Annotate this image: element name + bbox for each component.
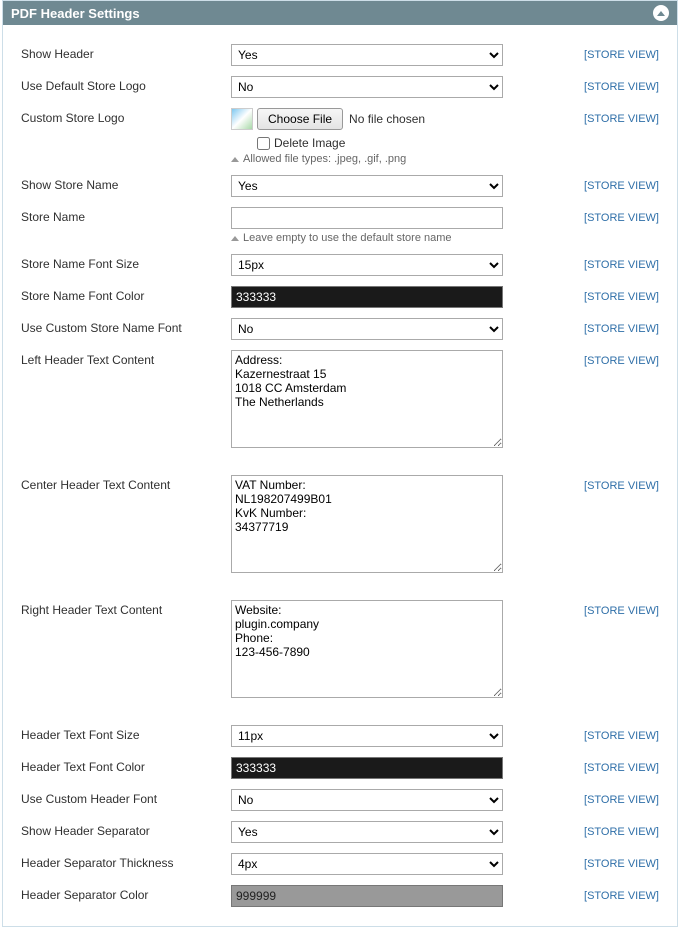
scope-link[interactable]: [STORE VIEW] <box>584 291 659 303</box>
scope-link[interactable]: [STORE VIEW] <box>584 826 659 838</box>
select-use-custom-header-font[interactable]: No <box>231 789 503 811</box>
file-status: No file chosen <box>349 112 425 126</box>
label-store-name-font-size: Store Name Font Size <box>21 254 231 271</box>
select-use-default-logo[interactable]: No <box>231 76 503 98</box>
select-show-store-name[interactable]: Yes <box>231 175 503 197</box>
scope-link[interactable]: [STORE VIEW] <box>584 730 659 742</box>
row-header-separator-thickness: Header Separator Thickness 4px [STORE VI… <box>21 848 659 880</box>
scope-link[interactable]: [STORE VIEW] <box>584 355 659 367</box>
row-show-header-separator: Show Header Separator Yes [STORE VIEW] <box>21 816 659 848</box>
label-show-header-separator: Show Header Separator <box>21 821 231 838</box>
label-custom-logo: Custom Store Logo <box>21 108 231 125</box>
input-store-name[interactable] <box>231 207 503 229</box>
row-header-text-font-color: Header Text Font Color 333333 [STORE VIE… <box>21 752 659 784</box>
textarea-left-header[interactable] <box>231 350 503 448</box>
label-store-name: Store Name <box>21 207 231 224</box>
textarea-center-header[interactable] <box>231 475 503 573</box>
color-header-text-font[interactable]: 333333 <box>231 757 503 779</box>
choose-file-button[interactable]: Choose File <box>257 108 343 130</box>
scope-link[interactable]: [STORE VIEW] <box>584 480 659 492</box>
label-header-separator-color: Header Separator Color <box>21 885 231 902</box>
color-store-name-font[interactable]: 333333 <box>231 286 503 308</box>
label-use-default-logo: Use Default Store Logo <box>21 76 231 93</box>
label-center-header: Center Header Text Content <box>21 475 231 492</box>
store-name-note: Leave empty to use the default store nam… <box>243 232 452 244</box>
panel-title: PDF Header Settings <box>11 6 140 21</box>
row-right-header: Right Header Text Content [STORE VIEW] <box>21 595 659 706</box>
row-store-name-font-color: Store Name Font Color 333333 [STORE VIEW… <box>21 281 659 313</box>
select-header-text-font-size[interactable]: 11px <box>231 725 503 747</box>
note-arrow-icon <box>231 236 239 241</box>
settings-panel: PDF Header Settings Show Header Yes [STO… <box>2 0 678 927</box>
note-arrow-icon <box>231 157 239 162</box>
select-show-header-separator[interactable]: Yes <box>231 821 503 843</box>
delete-image-checkbox[interactable] <box>257 137 270 150</box>
scope-link[interactable]: [STORE VIEW] <box>584 762 659 774</box>
panel-body: Show Header Yes [STORE VIEW] Use Default… <box>3 25 677 926</box>
label-show-header: Show Header <box>21 44 231 61</box>
scope-link[interactable]: [STORE VIEW] <box>584 113 659 125</box>
row-store-name: Store Name Leave empty to use the defaul… <box>21 202 659 249</box>
label-header-text-font-size: Header Text Font Size <box>21 725 231 742</box>
scope-link[interactable]: [STORE VIEW] <box>584 794 659 806</box>
label-use-custom-store-name-font: Use Custom Store Name Font <box>21 318 231 335</box>
scope-link[interactable]: [STORE VIEW] <box>584 81 659 93</box>
row-show-store-name: Show Store Name Yes [STORE VIEW] <box>21 170 659 202</box>
row-use-default-logo: Use Default Store Logo No [STORE VIEW] <box>21 71 659 103</box>
allowed-types-note: Allowed file types: .jpeg, .gif, .png <box>243 153 406 165</box>
collapse-icon[interactable] <box>653 5 669 21</box>
select-header-separator-thickness[interactable]: 4px <box>231 853 503 875</box>
scope-link[interactable]: [STORE VIEW] <box>584 605 659 617</box>
scope-link[interactable]: [STORE VIEW] <box>584 212 659 224</box>
row-store-name-font-size: Store Name Font Size 15px [STORE VIEW] <box>21 249 659 281</box>
label-header-separator-thickness: Header Separator Thickness <box>21 853 231 870</box>
scope-link[interactable]: [STORE VIEW] <box>584 180 659 192</box>
row-left-header: Left Header Text Content [STORE VIEW] <box>21 345 659 456</box>
select-show-header[interactable]: Yes <box>231 44 503 66</box>
label-store-name-font-color: Store Name Font Color <box>21 286 231 303</box>
scope-link[interactable]: [STORE VIEW] <box>584 49 659 61</box>
row-custom-logo: Custom Store Logo Choose File No file ch… <box>21 103 659 170</box>
select-use-custom-store-name-font[interactable]: No <box>231 318 503 340</box>
scope-link[interactable]: [STORE VIEW] <box>584 323 659 335</box>
row-header-text-font-size: Header Text Font Size 11px [STORE VIEW] <box>21 720 659 752</box>
row-show-header: Show Header Yes [STORE VIEW] <box>21 39 659 71</box>
label-show-store-name: Show Store Name <box>21 175 231 192</box>
label-left-header: Left Header Text Content <box>21 350 231 367</box>
panel-header: PDF Header Settings <box>3 1 677 25</box>
row-header-separator-color: Header Separator Color 999999 [STORE VIE… <box>21 880 659 912</box>
scope-link[interactable]: [STORE VIEW] <box>584 890 659 902</box>
row-center-header: Center Header Text Content [STORE VIEW] <box>21 470 659 581</box>
select-store-name-font-size[interactable]: 15px <box>231 254 503 276</box>
label-use-custom-header-font: Use Custom Header Font <box>21 789 231 806</box>
row-use-custom-header-font: Use Custom Header Font No [STORE VIEW] <box>21 784 659 816</box>
textarea-right-header[interactable] <box>231 600 503 698</box>
row-use-custom-store-name-font: Use Custom Store Name Font No [STORE VIE… <box>21 313 659 345</box>
delete-image-label: Delete Image <box>274 136 345 150</box>
label-header-text-font-color: Header Text Font Color <box>21 757 231 774</box>
logo-thumbnail[interactable] <box>231 108 253 130</box>
scope-link[interactable]: [STORE VIEW] <box>584 259 659 271</box>
color-header-separator[interactable]: 999999 <box>231 885 503 907</box>
label-right-header: Right Header Text Content <box>21 600 231 617</box>
